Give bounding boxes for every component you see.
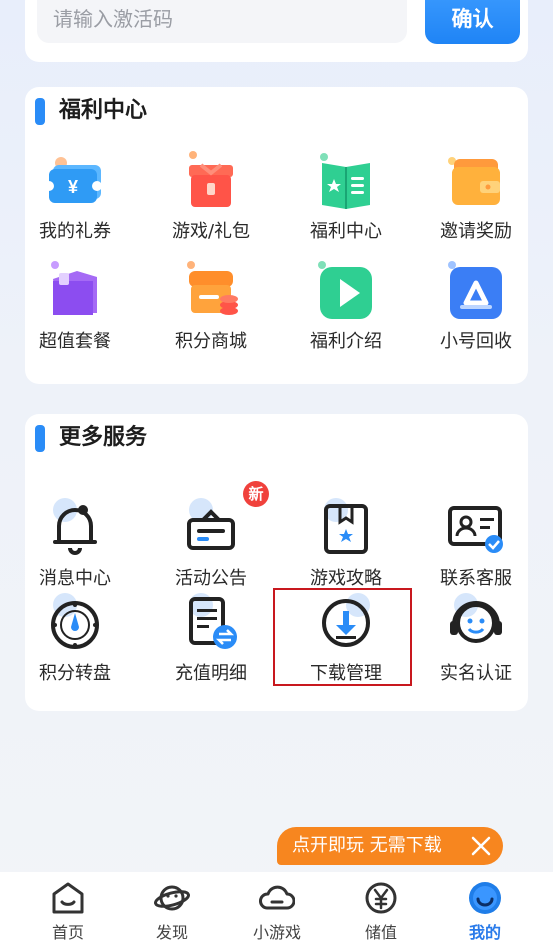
confirm-button[interactable]: 确认 <box>425 0 520 44</box>
item-label: 消息中心 <box>39 568 111 589</box>
section-title: 更多服务 <box>35 423 147 453</box>
game-guide-item[interactable]: 游戏攻略 <box>286 496 406 590</box>
invite-reward-item[interactable]: 邀请奖励 <box>416 149 536 243</box>
tab-label: 小游戏 <box>252 923 301 942</box>
value-bundle-item[interactable]: 超值套餐 <box>15 259 135 353</box>
profile-icon <box>469 882 501 914</box>
redeem-card: 请输入激活码 确认 <box>25 0 528 62</box>
activation-code-input[interactable]: 请输入激活码 <box>37 0 407 43</box>
promo-text: 点开即玩 无需下载 <box>292 835 442 856</box>
item-label: 我的礼券 <box>39 221 111 242</box>
contact-service-item[interactable]: 联系客服 <box>416 496 536 590</box>
item-label: 积分转盘 <box>39 663 111 684</box>
item-label: 游戏攻略 <box>310 568 382 589</box>
points-wheel-item[interactable]: 积分转盘 <box>15 591 135 685</box>
tab-label: 发现 <box>155 923 188 942</box>
planet-icon <box>154 885 190 911</box>
tab-discover[interactable]: 发现 <box>132 880 212 943</box>
tab-home[interactable]: 首页 <box>28 880 108 943</box>
play-icon <box>318 261 372 319</box>
item-label: 邀请奖励 <box>440 221 512 242</box>
item-label: 超值套餐 <box>39 331 111 352</box>
download-manage-highlight <box>273 588 412 686</box>
recharge-detail-icon <box>189 593 237 649</box>
real-name-verify-item[interactable]: 实名认证 <box>416 591 536 685</box>
item-label: 充值明细 <box>175 663 247 684</box>
section-title: 福利中心 <box>35 96 147 126</box>
home-icon <box>52 882 84 914</box>
gift-box-icon <box>189 151 233 207</box>
close-icon[interactable] <box>469 834 493 858</box>
item-label: 联系客服 <box>440 568 512 589</box>
item-label: 福利介绍 <box>310 331 382 352</box>
points-mall-item[interactable]: 积分商城 <box>151 259 271 353</box>
item-label: 游戏/礼包 <box>171 221 251 242</box>
tab-mine[interactable]: 我的 <box>445 880 525 943</box>
contact-card-icon <box>448 506 503 553</box>
headset-face-icon <box>450 593 502 643</box>
recharge-detail-item[interactable]: 充值明细 <box>151 591 271 685</box>
message-center-item[interactable]: 消息中心 <box>15 496 135 590</box>
alt-account-recycle-item[interactable]: 小号回收 <box>416 259 536 353</box>
promo-banner[interactable]: 点开即玩 无需下载 <box>277 827 503 865</box>
game-gift-item[interactable]: 游戏/礼包 <box>151 149 271 243</box>
welfare-book-icon <box>320 153 370 209</box>
announcement-icon <box>187 498 235 550</box>
recycle-triangle-icon <box>448 261 502 319</box>
bundle-icon <box>51 261 97 315</box>
tab-label: 我的 <box>468 923 501 942</box>
item-label: 活动公告 <box>175 568 247 589</box>
welfare-center-card: 福利中心 ¥ 我的礼券 游戏/礼包 福利中心 邀请奖励 超值套餐 积分商城 福利… <box>25 87 528 384</box>
wallet-icon <box>448 157 500 205</box>
item-label: 积分商城 <box>175 331 247 352</box>
tab-label: 储值 <box>364 923 397 942</box>
svg-text:¥: ¥ <box>68 177 78 197</box>
tab-top-up[interactable]: 储值 <box>341 880 421 943</box>
bottom-tab-bar: 首页 发现 小游戏 储值 我的 <box>0 872 553 947</box>
item-label: 福利中心 <box>310 221 382 242</box>
cloud-icon <box>259 885 295 910</box>
item-label: 实名认证 <box>440 663 512 684</box>
bell-icon <box>53 498 97 555</box>
yen-coin-icon <box>365 882 397 914</box>
welfare-intro-item[interactable]: 福利介绍 <box>286 259 406 353</box>
tab-mini-games[interactable]: 小游戏 <box>237 880 317 943</box>
welfare-center-item[interactable]: 福利中心 <box>286 149 406 243</box>
coupon-icon: ¥ <box>44 157 102 203</box>
wheel-icon <box>51 593 99 649</box>
new-badge: 新 <box>243 481 269 507</box>
tab-label: 首页 <box>51 923 84 942</box>
activity-notice-item[interactable]: 活动公告 <box>151 496 271 590</box>
my-coupons-item[interactable]: ¥ 我的礼券 <box>15 149 135 243</box>
points-shop-icon <box>187 261 238 315</box>
item-label: 小号回收 <box>440 331 512 352</box>
guide-book-icon <box>324 498 368 554</box>
